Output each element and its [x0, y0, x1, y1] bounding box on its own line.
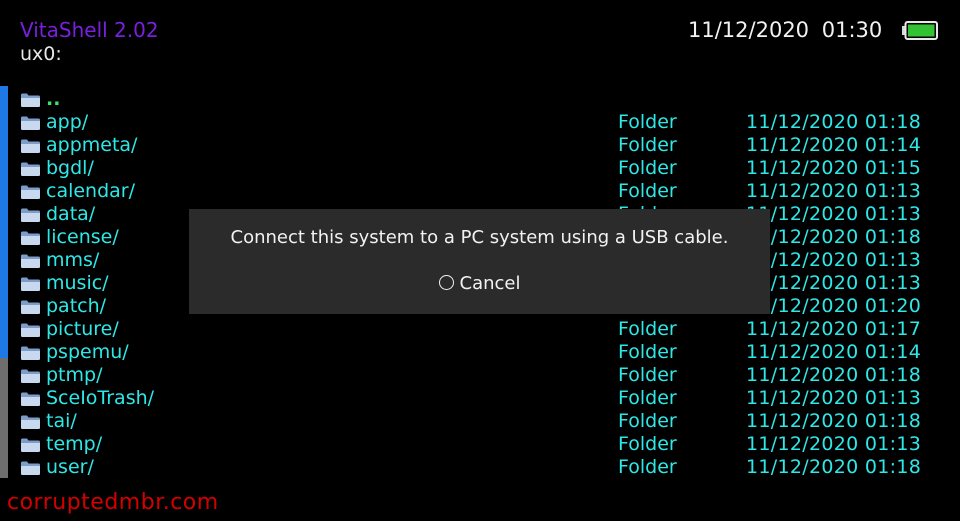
file-date: 11/12/2020 01:17: [746, 318, 922, 340]
clock-time: 01:30: [821, 18, 883, 42]
file-name: data/: [46, 203, 96, 225]
file-row[interactable]: app/Folder 11/12/2020 01:18: [0, 111, 960, 134]
file-date: 11/12/2020 01:20: [746, 295, 922, 317]
file-date: 11/12/2020 01:18: [746, 456, 922, 478]
file-date: 11/12/2020 01:13: [746, 249, 922, 271]
folder-icon: [21, 207, 40, 222]
file-name: license/: [46, 226, 119, 248]
file-type: Folder: [618, 318, 677, 340]
file-date: 11/12/2020 01:18: [746, 226, 922, 248]
folder-icon: [21, 161, 40, 176]
file-type: Folder: [618, 157, 677, 179]
file-row[interactable]: appmeta/Folder 11/12/2020 01:14: [0, 134, 960, 157]
file-type: Folder: [618, 180, 677, 202]
battery-full-icon: [902, 21, 938, 40]
file-name: ..: [46, 88, 61, 110]
file-name: calendar/: [46, 180, 136, 202]
folder-icon: [21, 414, 40, 429]
file-name: bgdl/: [46, 157, 94, 179]
folder-icon: [21, 391, 40, 406]
file-type: Folder: [618, 364, 677, 386]
file-name: temp/: [46, 433, 103, 455]
file-name: picture/: [46, 318, 119, 340]
file-row[interactable]: bgdl/Folder 11/12/2020 01:15: [0, 157, 960, 180]
folder-icon: [21, 253, 40, 268]
file-row[interactable]: user/Folder 11/12/2020 01:18: [0, 456, 960, 479]
current-path: ux0:: [20, 43, 62, 65]
file-row[interactable]: ptmp/Folder 11/12/2020 01:18: [0, 364, 960, 387]
file-date: 11/12/2020 01:18: [746, 111, 922, 133]
file-name: user/: [46, 456, 94, 478]
file-name: pspemu/: [46, 341, 129, 363]
file-type: Folder: [618, 111, 677, 133]
file-type: Folder: [618, 456, 677, 478]
file-type: Folder: [618, 341, 677, 363]
folder-icon: [21, 437, 40, 452]
file-date: 11/12/2020 01:13: [746, 272, 922, 294]
file-type: Folder: [618, 134, 677, 156]
folder-icon: [21, 299, 40, 314]
file-type: Folder: [618, 433, 677, 455]
file-name: patch/: [46, 295, 107, 317]
file-date: 11/12/2020 01:18: [746, 364, 922, 386]
file-date: 11/12/2020 01:18: [746, 410, 922, 432]
file-type: Folder: [618, 387, 677, 409]
usb-connect-dialog: Connect this system to a PC system using…: [189, 209, 770, 314]
file-date: 11/12/2020 01:13: [746, 433, 922, 455]
cancel-label: Cancel: [459, 273, 521, 294]
file-name: SceIoTrash/: [46, 387, 155, 409]
cancel-button[interactable]: Cancel: [189, 273, 770, 294]
file-type: Folder: [618, 410, 677, 432]
file-row[interactable]: SceIoTrash/Folder 11/12/2020 01:13: [0, 387, 960, 410]
file-name: tai/: [46, 410, 77, 432]
folder-icon: [21, 184, 40, 199]
file-name: mms/: [46, 249, 100, 271]
file-date: 11/12/2020 01:13: [746, 203, 922, 225]
file-date: 11/12/2020 01:15: [746, 157, 922, 179]
file-row[interactable]: calendar/Folder 11/12/2020 01:13: [0, 180, 960, 203]
file-date: 11/12/2020 01:14: [746, 134, 922, 156]
clock-date: 11/12/2020: [688, 18, 810, 42]
file-row[interactable]: picture/Folder 11/12/2020 01:17: [0, 318, 960, 341]
folder-icon: [21, 230, 40, 245]
clock: 11/12/2020 01:30: [688, 18, 882, 42]
folder-icon: [21, 276, 40, 291]
folder-icon: [21, 115, 40, 130]
folder-icon: [21, 92, 40, 107]
file-date: 11/12/2020 01:13: [746, 387, 922, 409]
dialog-message: Connect this system to a PC system using…: [230, 227, 729, 248]
file-name: music/: [46, 272, 109, 294]
file-name: appmeta/: [46, 134, 138, 156]
folder-icon: [21, 345, 40, 360]
folder-icon: [21, 138, 40, 153]
file-date: 11/12/2020 01:14: [746, 341, 922, 363]
file-name: ptmp/: [46, 364, 103, 386]
folder-icon: [21, 368, 40, 383]
file-row[interactable]: temp/Folder 11/12/2020 01:13: [0, 433, 960, 456]
folder-icon: [21, 322, 40, 337]
circle-button-icon: [438, 275, 454, 290]
file-date: 11/12/2020 01:13: [746, 180, 922, 202]
file-row[interactable]: pspemu/Folder 11/12/2020 01:14: [0, 341, 960, 364]
watermark: corruptedmbr.com: [7, 490, 219, 515]
file-row[interactable]: tai/Folder 11/12/2020 01:18: [0, 410, 960, 433]
file-name: app/: [46, 111, 89, 133]
app-title: VitaShell 2.02: [20, 18, 159, 42]
file-row[interactable]: ..: [0, 88, 960, 111]
folder-icon: [21, 460, 40, 475]
